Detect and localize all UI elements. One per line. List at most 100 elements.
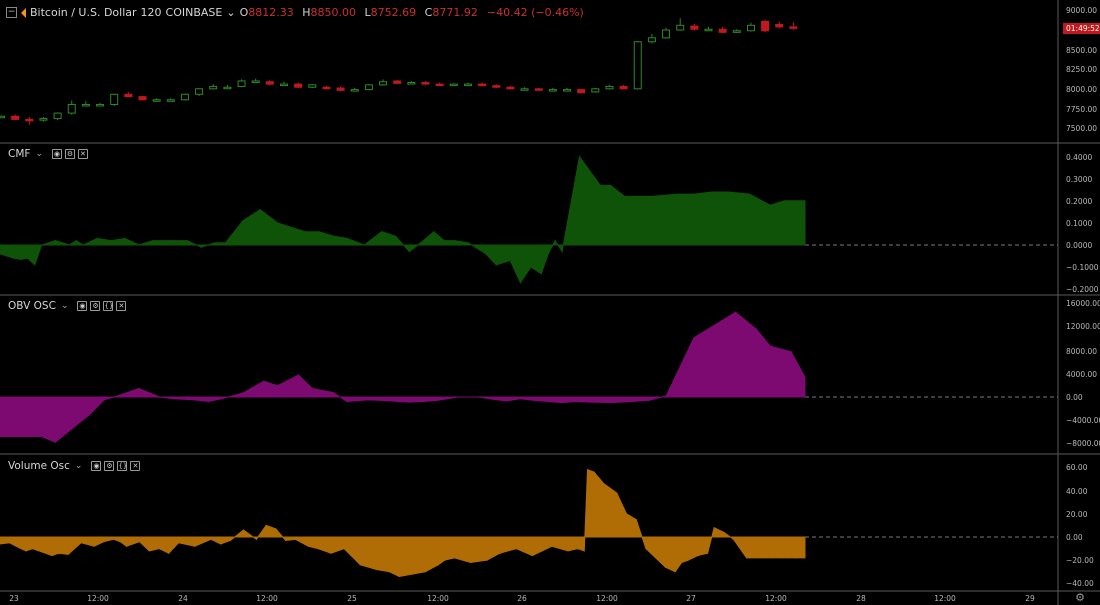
x-tick-label: 25 bbox=[347, 594, 357, 603]
obv-area-point bbox=[172, 398, 175, 400]
candle-body bbox=[690, 25, 699, 30]
close-value: 8771.92 bbox=[432, 6, 478, 19]
obv-area-point bbox=[665, 395, 667, 397]
cmf-area-point bbox=[530, 266, 532, 268]
collapse-button[interactable]: − bbox=[6, 7, 17, 18]
close-icon[interactable]: ✕ bbox=[77, 149, 88, 159]
cmf-label[interactable]: CMF bbox=[8, 148, 30, 160]
vol-area-point bbox=[317, 548, 319, 550]
gear-icon[interactable]: ⚙ bbox=[90, 301, 101, 311]
chevron-down-icon[interactable]: ⌄ bbox=[226, 6, 235, 19]
vol-area-point bbox=[168, 552, 170, 554]
vol-area-point bbox=[745, 557, 748, 559]
cmf-area-point bbox=[200, 246, 202, 248]
gear-icon[interactable]: ⚙ bbox=[64, 149, 75, 159]
cmf-area-point bbox=[276, 222, 279, 224]
candle-body bbox=[393, 80, 402, 84]
vol-area-point bbox=[265, 524, 267, 527]
obv-area-point bbox=[422, 400, 424, 403]
cmf-area-point bbox=[332, 235, 334, 237]
candle-body bbox=[180, 93, 189, 101]
y-tick-label: −0.2000 bbox=[1066, 285, 1099, 294]
obv-area-point bbox=[457, 396, 459, 398]
close-icon[interactable]: ✕ bbox=[116, 301, 127, 311]
y-tick-label: −40.00 bbox=[1066, 579, 1094, 588]
vol-area-point bbox=[229, 539, 232, 542]
main-legend: − Bitcoin / U.S. Dollar 120 COINBASE ⌄ O… bbox=[6, 6, 584, 19]
obv-area-point bbox=[193, 399, 195, 401]
chevron-down-icon[interactable]: ⌄ bbox=[35, 149, 43, 159]
ohlc-values: O8812.33 H8850.00 L8752.69 C8771.92 bbox=[240, 6, 483, 19]
vol-area-point bbox=[113, 538, 115, 540]
cmf-area-point bbox=[467, 242, 470, 244]
obv-label[interactable]: OBV OSC bbox=[8, 300, 56, 312]
vol-area-point bbox=[359, 564, 361, 566]
cmf-area-point bbox=[346, 237, 348, 239]
obv-area-point bbox=[367, 399, 369, 401]
eye-icon[interactable]: ◉ bbox=[91, 461, 102, 471]
candle-body bbox=[0, 115, 5, 119]
chevron-down-icon[interactable]: ⌄ bbox=[75, 461, 83, 471]
change-value: −40.42 (−0.46%) bbox=[486, 6, 584, 19]
vol-area-point bbox=[67, 553, 69, 556]
cmf-area-point bbox=[152, 239, 154, 242]
chart-canvas[interactable]: 9000.008750.008500.008250.008000.007750.… bbox=[0, 0, 1100, 605]
low-label: L bbox=[364, 6, 371, 19]
y-tick-label: 40.00 bbox=[1066, 487, 1088, 496]
candle-body bbox=[548, 89, 557, 92]
cmf-area-point bbox=[75, 239, 77, 242]
chevron-down-icon[interactable]: ⌄ bbox=[61, 301, 69, 311]
cmf-area-point bbox=[433, 231, 435, 233]
cmf-area-point bbox=[599, 184, 601, 186]
candle-body bbox=[435, 83, 444, 87]
gear-icon[interactable]: ⚙ bbox=[104, 461, 115, 471]
vol-area-point bbox=[551, 545, 553, 547]
close-icon[interactable]: ✕ bbox=[130, 461, 141, 471]
y-tick-label: 4000.00 bbox=[1066, 370, 1097, 379]
high-label: H bbox=[302, 6, 311, 19]
vol-area-point bbox=[577, 548, 579, 550]
interval-label[interactable]: 120 bbox=[141, 6, 162, 19]
y-tick-label: −20.00 bbox=[1066, 556, 1094, 565]
vol-area-point bbox=[177, 542, 180, 544]
candle-body bbox=[124, 93, 133, 98]
vol-area-point bbox=[645, 548, 647, 550]
y-tick-label: 7750.00 bbox=[1066, 105, 1097, 114]
source-icon[interactable]: {} bbox=[117, 461, 128, 471]
candle-body bbox=[294, 83, 303, 88]
cmf-area-point bbox=[110, 239, 112, 242]
y-tick-label: 9000.00 bbox=[1066, 6, 1097, 15]
cmf-area-point bbox=[485, 253, 487, 255]
x-tick-label: 26 bbox=[517, 594, 527, 603]
vol-label[interactable]: Volume Osc bbox=[8, 460, 70, 472]
symbol-name[interactable]: Bitcoin / U.S. Dollar bbox=[30, 6, 137, 19]
cmf-area-point bbox=[540, 273, 542, 275]
cmf-area-point bbox=[495, 264, 497, 266]
vol-area-point bbox=[625, 513, 628, 515]
vol-area-point bbox=[713, 527, 715, 529]
candle-body bbox=[591, 88, 600, 93]
eye-icon[interactable]: ◉ bbox=[77, 301, 88, 311]
y-tick-label: 7500.00 bbox=[1066, 124, 1097, 133]
cmf-area-point bbox=[453, 239, 456, 242]
vol-area-point bbox=[285, 539, 287, 542]
candle-body bbox=[577, 89, 586, 94]
vol-area-point bbox=[424, 571, 426, 573]
cmf-area-point bbox=[304, 231, 306, 233]
vol-area-point bbox=[707, 552, 709, 554]
obv-area-point bbox=[804, 376, 806, 378]
vol-area-point bbox=[158, 548, 160, 550]
x-tick-label: 12:00 bbox=[596, 594, 618, 603]
vol-area-point bbox=[398, 575, 400, 578]
vol-area-point bbox=[15, 545, 17, 547]
cmf-area-point bbox=[610, 184, 612, 186]
eye-icon[interactable]: ◉ bbox=[51, 149, 62, 159]
y-tick-label: −0.1000 bbox=[1066, 263, 1099, 272]
obv-area-point bbox=[648, 399, 650, 401]
candle-body bbox=[25, 118, 34, 122]
vol-area-point bbox=[531, 554, 533, 557]
obv-area-point bbox=[207, 400, 209, 403]
cmf-area-point bbox=[748, 193, 751, 195]
vol-area-point bbox=[583, 550, 585, 552]
source-icon[interactable]: {} bbox=[103, 301, 114, 311]
